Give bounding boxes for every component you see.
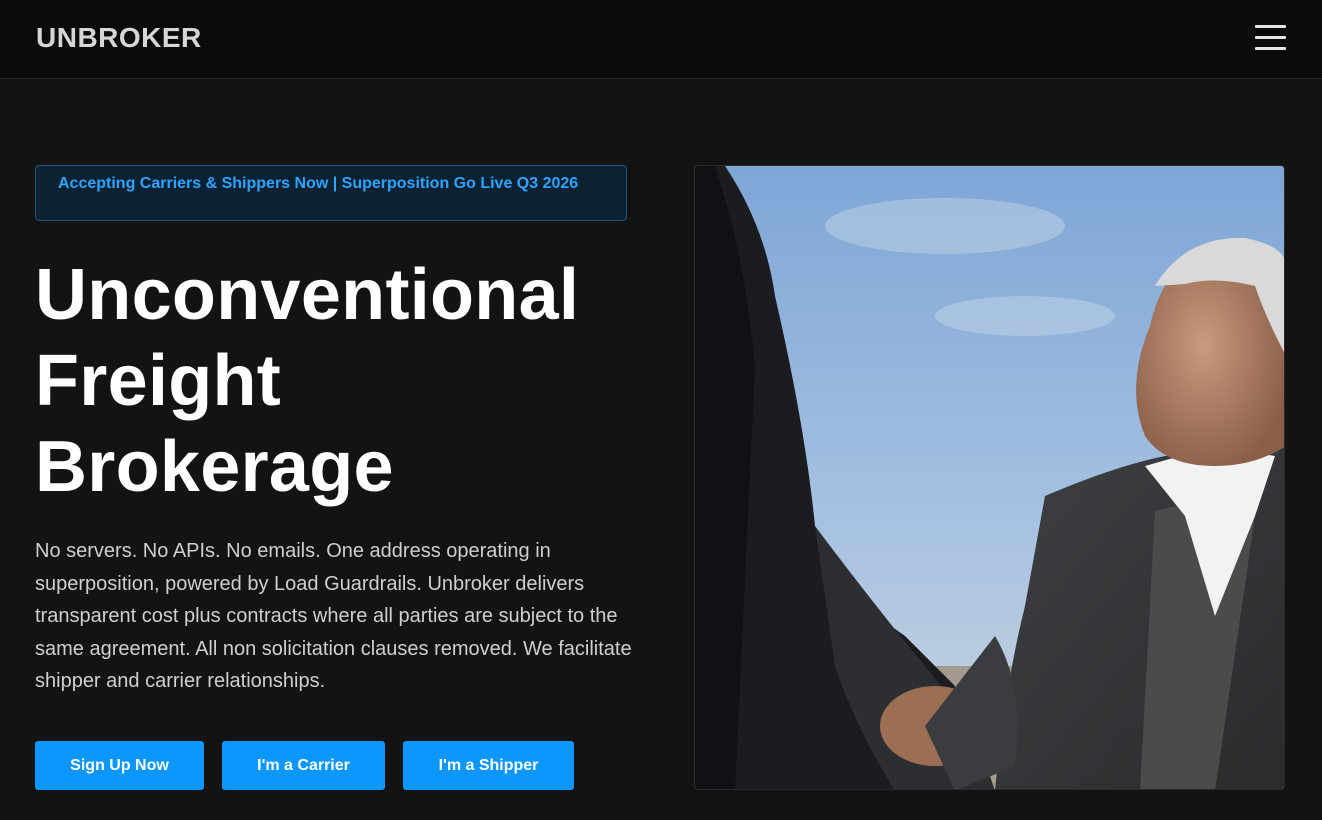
hamburger-menu-icon[interactable] [1252, 24, 1288, 52]
sign-up-button[interactable]: Sign Up Now [35, 741, 204, 790]
hero-title-line: Freight [35, 341, 282, 421]
top-navbar: UNBROKER [0, 0, 1322, 79]
menu-bar [1255, 47, 1286, 50]
shipper-button[interactable]: I'm a Shipper [403, 741, 574, 790]
site-logo[interactable]: UNBROKER [36, 22, 202, 54]
hero-title-line: Unconventional [35, 255, 580, 335]
handshake-photo-illustration [695, 166, 1284, 789]
hero-handshake-photo [694, 165, 1285, 790]
hero-description: No servers. No APIs. No emails. One addr… [35, 540, 632, 692]
announcement-badge: Accepting Carriers & Shippers Now | Supe… [35, 165, 627, 221]
carrier-button[interactable]: I'm a Carrier [222, 741, 385, 790]
menu-bar [1255, 36, 1286, 39]
hero-title-line: Brokerage [35, 427, 394, 507]
menu-bar [1255, 25, 1286, 28]
hero-title: Unconventional Freight Brokerage [35, 252, 579, 510]
